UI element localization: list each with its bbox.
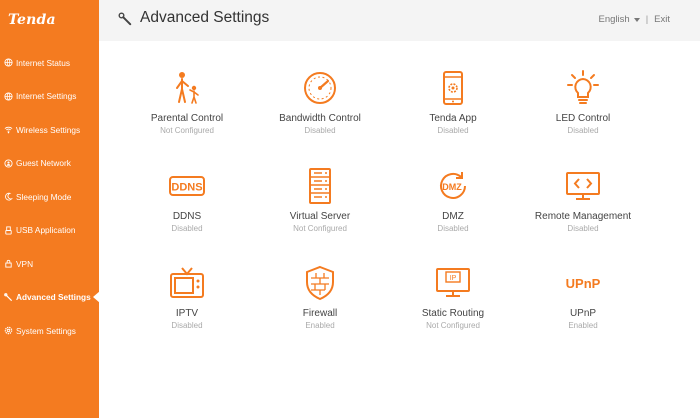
tile-status: Disabled: [171, 224, 203, 233]
globe-icon: [4, 92, 13, 101]
language-label: English: [598, 14, 630, 25]
server-icon: [309, 168, 331, 204]
speedometer-icon: [304, 72, 336, 104]
tile-led-control[interactable]: LED Control Disabled: [508, 70, 658, 135]
sidebar-item-label: Sleeping Mode: [16, 191, 72, 202]
tile-status: Disabled: [567, 126, 599, 135]
sidebar-item-system-settings[interactable]: System Settings: [0, 314, 99, 348]
page-title: Advanced Settings: [140, 9, 270, 26]
sidebar-item-label: Internet Settings: [16, 91, 77, 102]
phone-app-icon: [443, 71, 463, 105]
tile-status: Enabled: [305, 321, 335, 330]
svg-text:DMZ: DMZ: [442, 182, 462, 192]
header-separator: |: [645, 14, 649, 25]
monitor-code-icon: [566, 172, 600, 200]
gear-icon: [4, 326, 13, 335]
tile-name: UPnP: [569, 308, 597, 319]
sidebar-item-label: Guest Network: [16, 158, 71, 169]
header-actions: English | Exit: [599, 14, 670, 25]
sidebar-item-usb-application[interactable]: USB Application: [0, 214, 99, 248]
tile-name: Virtual Server: [289, 211, 351, 222]
moon-icon: [5, 193, 13, 201]
tile-status: Disabled: [304, 126, 336, 135]
tile-name: DMZ: [442, 211, 464, 222]
sidebar: Tenda Internet Status Internet Settings …: [0, 0, 100, 418]
tile-status: Disabled: [437, 126, 469, 135]
usb-icon: [5, 226, 12, 235]
sidebar-item-advanced-settings[interactable]: Advanced Settings: [0, 281, 100, 315]
top-header: Advanced Settings English | Exit: [99, 0, 700, 41]
wifi-icon: [4, 127, 13, 134]
language-select[interactable]: English: [599, 14, 640, 25]
tile-name: Static Routing: [421, 308, 485, 319]
tile-name: Firewall: [302, 308, 338, 319]
tile-virtual-server[interactable]: Virtual Server Not Configured: [245, 168, 395, 233]
tile-ddns[interactable]: DDNS DDNS Disabled: [112, 168, 262, 233]
tile-name: Remote Management: [534, 211, 632, 222]
tile-name: IPTV: [175, 308, 199, 319]
sidebar-item-internet-settings[interactable]: Internet Settings: [0, 80, 99, 114]
sidebar-item-label: Internet Status: [16, 57, 70, 68]
tenda-logo[interactable]: Tenda: [8, 12, 56, 28]
tile-status: Disabled: [437, 224, 469, 233]
sidebar-item-guest-network[interactable]: Guest Network: [0, 147, 99, 181]
svg-text:DDNS: DDNS: [171, 182, 202, 194]
tile-tenda-app[interactable]: Tenda App Disabled: [378, 70, 528, 135]
upnp-icon: UPnP: [566, 276, 601, 291]
wrench-icon: [118, 12, 132, 26]
sidebar-item-label: System Settings: [16, 325, 76, 336]
dmz-icon: DMZ: [440, 172, 466, 199]
sidebar-nav: Internet Status Internet Settings Wirele…: [0, 46, 100, 348]
shield-icon: [306, 265, 334, 301]
tv-icon: [170, 267, 204, 298]
tile-name: LED Control: [555, 113, 611, 124]
sidebar-item-vpn[interactable]: VPN: [0, 247, 99, 281]
tile-parental-control[interactable]: Parental Control Not Configured: [112, 70, 262, 135]
bulb-icon: [567, 70, 599, 104]
parent-child-icon: [176, 72, 199, 104]
vpn-icon: [5, 260, 12, 268]
tile-status: Not Configured: [160, 126, 214, 135]
tile-dmz[interactable]: DMZ DMZ Disabled: [378, 168, 528, 233]
chevron-down-icon: [633, 17, 640, 22]
tile-status: Not Configured: [426, 321, 480, 330]
sidebar-item-label: Advanced Settings: [16, 292, 91, 303]
sidebar-item-label: VPN: [16, 258, 34, 269]
exit-link[interactable]: Exit: [654, 14, 670, 25]
tile-name: Parental Control: [150, 113, 224, 124]
guest-icon: [4, 159, 13, 168]
advanced-settings-grid: Parental Control Not Configured Bandwidt…: [99, 41, 700, 418]
tile-name: Bandwidth Control: [279, 113, 361, 124]
globe-icon: [4, 58, 13, 67]
tile-upnp[interactable]: UPnP UPnP Enabled: [508, 265, 658, 330]
wrench-icon: [4, 292, 13, 301]
svg-text:IP: IP: [450, 275, 457, 282]
svg-text:UPnP: UPnP: [566, 276, 601, 291]
tile-iptv[interactable]: IPTV Disabled: [112, 265, 262, 330]
sidebar-item-internet-status[interactable]: Internet Status: [0, 46, 99, 80]
tile-name: Tenda App: [429, 113, 477, 124]
sidebar-item-label: USB Application: [16, 225, 76, 236]
ip-monitor-icon: IP: [436, 268, 470, 297]
tile-status: Disabled: [171, 321, 203, 330]
tile-remote-management[interactable]: Remote Management Disabled: [508, 168, 658, 233]
tile-bandwidth-control[interactable]: Bandwidth Control Disabled: [245, 70, 395, 135]
ddns-icon: DDNS: [169, 176, 205, 196]
tile-firewall[interactable]: Firewall Enabled: [245, 265, 395, 330]
tile-status: Enabled: [568, 321, 598, 330]
tile-name: DDNS: [172, 211, 202, 222]
tile-status: Not Configured: [293, 224, 347, 233]
sidebar-item-wireless-settings[interactable]: Wireless Settings: [0, 113, 99, 147]
tile-status: Disabled: [567, 224, 599, 233]
sidebar-item-sleeping-mode[interactable]: Sleeping Mode: [0, 180, 99, 214]
tile-static-routing[interactable]: IP Static Routing Not Configured: [378, 265, 528, 330]
sidebar-item-label: Wireless Settings: [16, 124, 81, 135]
